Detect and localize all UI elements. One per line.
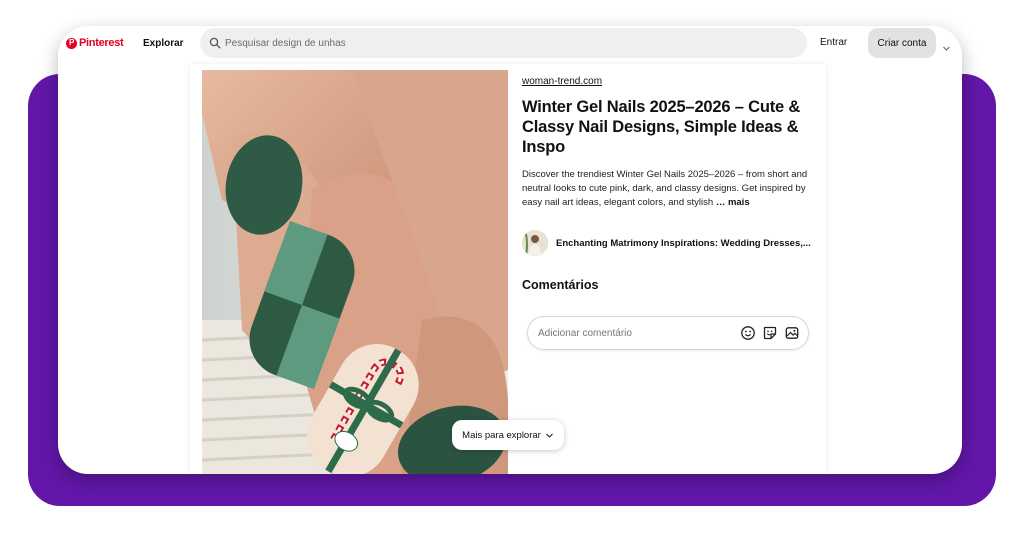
signup-button[interactable]: Criar conta [868, 28, 936, 58]
explore-more-button[interactable]: Mais para explorar [452, 420, 564, 450]
search-bar[interactable] [200, 28, 807, 58]
search-input[interactable] [225, 37, 725, 49]
emoji-icon[interactable] [740, 325, 756, 341]
image-icon[interactable] [784, 325, 800, 341]
board-avatar [522, 230, 548, 256]
read-more-link[interactable]: … mais [716, 197, 750, 208]
pinterest-logo[interactable]: P Pinterest [66, 37, 124, 49]
top-navigation-bar: P Pinterest Explorar Entrar Criar conta [58, 26, 962, 64]
explore-more-label: Mais para explorar [462, 429, 541, 441]
nav-explore-link[interactable]: Explorar [143, 38, 184, 49]
pin-description-text: Discover the trendiest Winter Gel Nails … [522, 169, 808, 208]
board-name: Enchanting Matrimony Inspirations: Weddi… [556, 237, 811, 249]
sticker-icon[interactable] [762, 325, 778, 341]
board-link[interactable]: Enchanting Matrimony Inspirations: Weddi… [522, 230, 814, 256]
pin-image[interactable] [202, 70, 508, 474]
search-icon [209, 37, 221, 49]
nail-art-photo [202, 70, 508, 474]
browser-window: P Pinterest Explorar Entrar Criar conta [58, 26, 962, 474]
pinterest-logo-icon: P [66, 37, 77, 49]
pin-title: Winter Gel Nails 2025–2026 – Cute & Clas… [522, 98, 801, 156]
logo-text: Pinterest [79, 37, 124, 49]
comments-heading: Comentários [522, 278, 599, 292]
login-button[interactable]: Entrar [820, 37, 847, 48]
comment-input[interactable] [538, 327, 728, 339]
comment-box[interactable] [527, 316, 809, 350]
chevron-down-icon[interactable] [942, 40, 951, 51]
pin-description: Discover the trendiest Winter Gel Nails … [522, 168, 812, 210]
source-link[interactable]: woman-trend.com [522, 76, 602, 87]
pin-closeup-card: woman-trend.com Winter Gel Nails 2025–20… [190, 64, 826, 474]
chevron-down-icon [545, 433, 553, 438]
comment-actions [740, 325, 800, 341]
